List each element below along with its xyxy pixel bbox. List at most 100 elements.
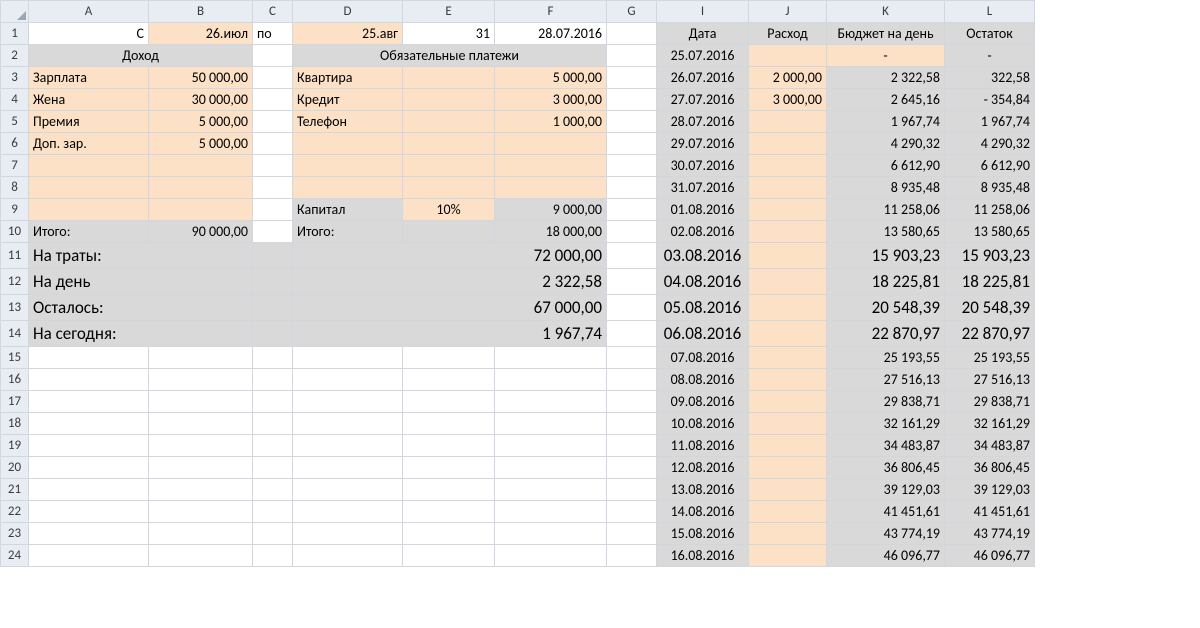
cell[interactable]	[403, 177, 495, 199]
row-header[interactable]: 2	[1, 45, 29, 67]
daily-expense[interactable]	[749, 111, 827, 133]
cell[interactable]	[149, 413, 253, 435]
daily-balance[interactable]: 32 161,29	[945, 413, 1035, 435]
daily-date[interactable]: 07.08.2016	[657, 347, 749, 369]
cell[interactable]	[403, 67, 495, 89]
summary-value[interactable]: 2 322,58	[293, 269, 607, 295]
daily-expense[interactable]	[749, 155, 827, 177]
cell[interactable]	[403, 369, 495, 391]
payment-value[interactable]: 5 000,00	[495, 67, 607, 89]
cell[interactable]	[253, 523, 293, 545]
col-header[interactable]: L	[945, 1, 1035, 23]
income-name[interactable]: Премия	[29, 111, 149, 133]
daily-balance[interactable]: 322,58	[945, 67, 1035, 89]
payment-name[interactable]: Квартира	[293, 67, 403, 89]
col-date-header[interactable]: Дата	[657, 23, 749, 45]
daily-budget[interactable]: 43 774,19	[827, 523, 945, 545]
cell[interactable]	[293, 155, 403, 177]
daily-budget[interactable]: 41 451,61	[827, 501, 945, 523]
cell[interactable]	[253, 243, 293, 269]
cell[interactable]	[607, 391, 657, 413]
cell[interactable]	[293, 347, 403, 369]
col-budget-header[interactable]: Бюджет на день	[827, 23, 945, 45]
daily-balance[interactable]: 29 838,71	[945, 391, 1035, 413]
cell[interactable]	[293, 435, 403, 457]
cell[interactable]	[495, 347, 607, 369]
daily-date[interactable]: 26.07.2016	[657, 67, 749, 89]
cell[interactable]	[607, 347, 657, 369]
label-to[interactable]: по	[253, 23, 293, 45]
cell[interactable]	[495, 177, 607, 199]
cell[interactable]	[253, 89, 293, 111]
cell[interactable]	[293, 501, 403, 523]
cell[interactable]	[253, 133, 293, 155]
daily-expense[interactable]	[749, 545, 827, 567]
cell[interactable]	[607, 479, 657, 501]
cell[interactable]	[149, 155, 253, 177]
daily-date[interactable]: 06.08.2016	[657, 321, 749, 347]
cell[interactable]	[607, 221, 657, 243]
row-header[interactable]: 9	[1, 199, 29, 221]
capital-label[interactable]: Капитал	[293, 199, 403, 221]
cell[interactable]	[403, 435, 495, 457]
daily-budget[interactable]: 32 161,29	[827, 413, 945, 435]
payments-total-label[interactable]: Итого:	[293, 221, 403, 243]
daily-budget[interactable]: 1 967,74	[827, 111, 945, 133]
cell[interactable]	[403, 523, 495, 545]
daily-expense[interactable]: 2 000,00	[749, 67, 827, 89]
capital-value[interactable]: 9 000,00	[495, 199, 607, 221]
cell[interactable]	[149, 177, 253, 199]
cell[interactable]	[607, 523, 657, 545]
daily-expense[interactable]	[749, 295, 827, 321]
row-header[interactable]: 10	[1, 221, 29, 243]
payments-total-value[interactable]: 18 000,00	[495, 221, 607, 243]
daily-budget[interactable]: 6 612,90	[827, 155, 945, 177]
row-header[interactable]: 4	[1, 89, 29, 111]
daily-balance[interactable]: 41 451,61	[945, 501, 1035, 523]
payment-name[interactable]: Кредит	[293, 89, 403, 111]
row-header[interactable]: 21	[1, 479, 29, 501]
daily-budget[interactable]: 34 483,87	[827, 435, 945, 457]
daily-balance[interactable]: 15 903,23	[945, 243, 1035, 269]
daily-date[interactable]: 29.07.2016	[657, 133, 749, 155]
cell[interactable]	[403, 457, 495, 479]
row-header[interactable]: 5	[1, 111, 29, 133]
cell[interactable]	[29, 177, 149, 199]
daily-balance[interactable]: - 354,84	[945, 89, 1035, 111]
cell[interactable]	[403, 347, 495, 369]
cell[interactable]	[607, 269, 657, 295]
daily-date[interactable]: 03.08.2016	[657, 243, 749, 269]
cell[interactable]	[403, 111, 495, 133]
daily-budget[interactable]: 39 129,03	[827, 479, 945, 501]
summary-label[interactable]: На день	[29, 269, 253, 295]
cell[interactable]	[29, 369, 149, 391]
daily-balance[interactable]: 22 870,97	[945, 321, 1035, 347]
daily-date[interactable]: 04.08.2016	[657, 269, 749, 295]
cell[interactable]	[149, 391, 253, 413]
cell[interactable]	[403, 501, 495, 523]
start-date[interactable]: 26.июл	[149, 23, 253, 45]
summary-label[interactable]: На траты:	[29, 243, 253, 269]
daily-expense[interactable]	[749, 133, 827, 155]
cell[interactable]	[253, 67, 293, 89]
cell[interactable]	[607, 545, 657, 567]
daily-expense[interactable]: 3 000,00	[749, 89, 827, 111]
daily-balance[interactable]: -	[945, 45, 1035, 67]
daily-budget[interactable]: 20 548,39	[827, 295, 945, 321]
daily-date[interactable]: 27.07.2016	[657, 89, 749, 111]
daily-balance[interactable]: 20 548,39	[945, 295, 1035, 321]
summary-value[interactable]: 72 000,00	[293, 243, 607, 269]
daily-date[interactable]: 15.08.2016	[657, 523, 749, 545]
cell[interactable]	[29, 199, 149, 221]
daily-balance[interactable]: 13 580,65	[945, 221, 1035, 243]
daily-budget[interactable]: 46 096,77	[827, 545, 945, 567]
cell[interactable]	[403, 133, 495, 155]
cell[interactable]	[253, 501, 293, 523]
daily-budget[interactable]: 18 225,81	[827, 269, 945, 295]
row-header[interactable]: 24	[1, 545, 29, 567]
cell[interactable]	[29, 457, 149, 479]
income-total-label[interactable]: Итого:	[29, 221, 149, 243]
daily-date[interactable]: 02.08.2016	[657, 221, 749, 243]
cell[interactable]	[253, 155, 293, 177]
daily-balance[interactable]: 25 193,55	[945, 347, 1035, 369]
